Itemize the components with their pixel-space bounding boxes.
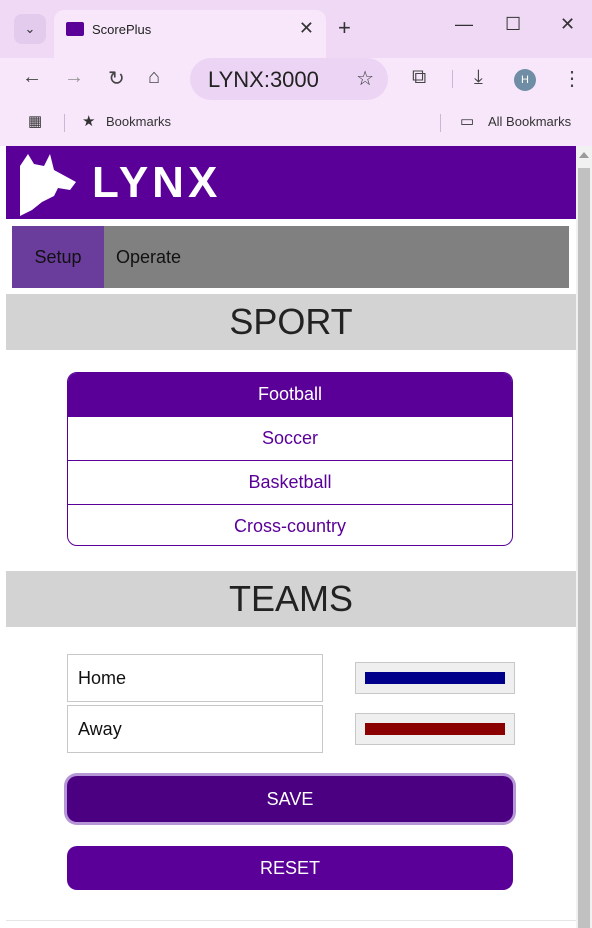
address-bar[interactable]: LYNX:3000 ☆ (190, 58, 388, 100)
tab-operate[interactable]: Operate (116, 226, 181, 288)
toolbar-divider (452, 70, 453, 88)
brand-name: LYNX (92, 158, 222, 207)
window-close-icon[interactable]: ✕ (560, 14, 575, 35)
address-text: LYNX:3000 (208, 67, 319, 92)
extensions-icon[interactable]: ⧉ (412, 66, 426, 89)
sport-section-title: SPORT (6, 294, 576, 350)
away-color-bar (365, 723, 505, 735)
lynx-logo-icon (20, 154, 76, 216)
forward-icon[interactable]: → (64, 66, 84, 89)
tab-strip: ⌄ ScorePlus ✕ + — ☐ ✕ (0, 0, 592, 58)
bookmarks-link[interactable]: Bookmarks (106, 114, 171, 129)
tab-title: ScorePlus (92, 22, 152, 37)
bookmark-star-icon[interactable]: ☆ (356, 66, 374, 91)
bookmarks-bar: ▦ ★ Bookmarks ▭ All Bookmarks (0, 104, 592, 142)
folder-icon: ▭ (460, 113, 475, 130)
browser-tab[interactable]: ScorePlus ✕ (54, 10, 326, 58)
menu-icon[interactable]: ⋮ (562, 66, 582, 91)
teams-section-title: TEAMS (6, 571, 576, 627)
reset-button[interactable]: RESET (67, 846, 513, 890)
bookmarks-divider (64, 114, 65, 132)
footer-divider (6, 920, 576, 921)
sport-option-cross-country[interactable]: Cross-country (68, 505, 512, 545)
apps-grid-icon[interactable]: ▦ (28, 112, 42, 130)
home-color-bar (365, 672, 505, 684)
save-button[interactable]: SAVE (67, 776, 513, 822)
brand-header: LYNX (6, 146, 576, 219)
reload-icon[interactable]: ↻ (108, 66, 125, 91)
sport-option-basketball[interactable]: Basketball (68, 461, 512, 505)
maximize-icon[interactable]: ☐ (505, 14, 521, 35)
tab-search-button[interactable]: ⌄ (14, 14, 46, 44)
away-team-input[interactable]: Away (67, 705, 323, 753)
main-nav: Setup Operate (12, 226, 569, 288)
page-viewport: LYNX Setup Operate SPORT Football Soccer… (6, 146, 576, 928)
download-icon[interactable]: ⤓ (474, 66, 483, 89)
tab-setup[interactable]: Setup (12, 226, 104, 288)
browser-toolbar: ← → ↻ ⌂ LYNX:3000 ☆ ⧉ ⤓ H ⋮ (0, 58, 592, 104)
sport-option-soccer[interactable]: Soccer (68, 417, 512, 461)
all-bookmarks-link[interactable]: All Bookmarks (488, 114, 571, 129)
sport-selector: Football Soccer Basketball Cross-country (67, 372, 513, 546)
new-tab-icon[interactable]: + (338, 15, 351, 41)
home-team-input[interactable]: Home (67, 654, 323, 702)
back-icon[interactable]: ← (22, 66, 42, 89)
minimize-icon[interactable]: — (455, 14, 473, 35)
all-bookmarks-divider (440, 114, 441, 132)
page-scrollbar[interactable] (576, 146, 592, 928)
home-color-picker[interactable] (355, 662, 515, 694)
profile-avatar[interactable]: H (514, 69, 536, 91)
browser-chrome: ⌄ ScorePlus ✕ + — ☐ ✕ ← → ↻ ⌂ LYNX:3000 … (0, 0, 592, 146)
scroll-up-icon[interactable] (579, 152, 589, 158)
away-color-picker[interactable] (355, 713, 515, 745)
close-tab-icon[interactable]: ✕ (299, 18, 314, 39)
sport-option-football[interactable]: Football (68, 373, 512, 417)
bookmarks-star-icon: ★ (82, 113, 96, 130)
home-icon[interactable]: ⌂ (148, 66, 160, 89)
scroll-thumb[interactable] (578, 168, 590, 928)
lynx-favicon-icon (66, 22, 84, 36)
